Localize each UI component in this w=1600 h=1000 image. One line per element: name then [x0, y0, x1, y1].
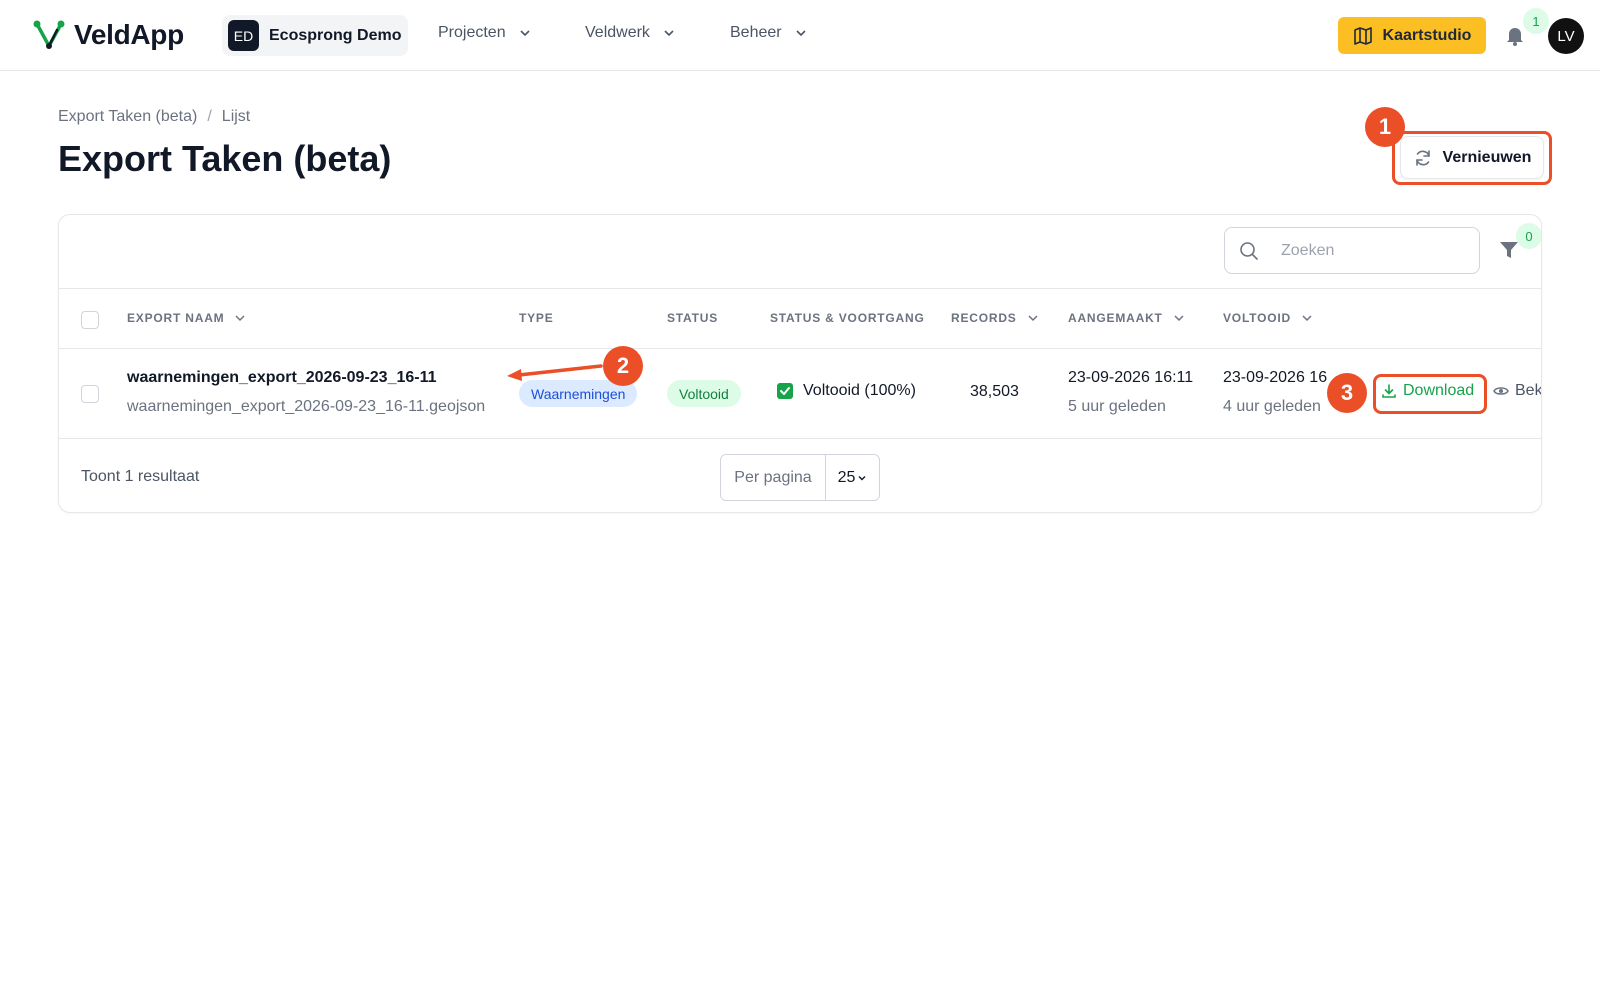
per-page-select[interactable]: Per pagina 25: [720, 454, 880, 501]
chevron-down-icon: [520, 30, 530, 37]
results-count: Toont 1 resultaat: [81, 468, 200, 485]
user-avatar[interactable]: LV: [1548, 18, 1584, 54]
export-tasks-card: Zoeken 0 EXPORT NAAM TYPE STATUS STATUS …: [58, 214, 1542, 513]
row-checkbox[interactable]: [81, 385, 99, 403]
eye-icon: [1493, 387, 1509, 395]
created-date: 23-09-2026 16:11: [1068, 369, 1194, 386]
column-type: TYPE: [519, 311, 554, 325]
breadcrumb: Export Taken (beta) / Lijst: [58, 108, 250, 126]
progress-label: Voltooid (100%): [803, 382, 916, 399]
org-initials-badge: ED: [228, 20, 259, 51]
nav-projecten[interactable]: Projecten: [438, 24, 532, 42]
status-badge: Voltooid: [667, 380, 741, 407]
app-logo[interactable]: VeldApp: [32, 18, 184, 52]
column-records[interactable]: RECORDS: [951, 311, 1039, 325]
organization-switcher[interactable]: ED Ecosprong Demo: [222, 15, 408, 56]
chevron-down-icon: [858, 475, 866, 480]
notification-count-badge: 1: [1523, 8, 1549, 34]
download-button[interactable]: Download: [1381, 382, 1474, 400]
chevron-down-icon: [796, 30, 806, 37]
breadcrumb-separator: /: [207, 108, 212, 125]
filter-count-badge: 0: [1516, 223, 1541, 249]
column-aangemaakt[interactable]: AANGEMAAKT: [1068, 311, 1185, 325]
export-name[interactable]: waarnemingen_export_2026-09-23_16-11: [127, 369, 437, 387]
download-icon: [1382, 384, 1396, 398]
annotation-marker-2: 2: [603, 346, 643, 386]
page-title: Export Taken (beta): [58, 138, 392, 179]
export-filename: waarnemingen_export_2026-09-23_16-11.geo…: [127, 398, 486, 415]
top-navigation: VeldApp ED Ecosprong Demo Projecten Veld…: [0, 0, 1600, 71]
column-status: STATUS: [667, 311, 718, 325]
chevron-down-icon: [235, 315, 246, 322]
column-export-naam[interactable]: EXPORT NAAM: [127, 311, 246, 325]
search-input[interactable]: Zoeken: [1224, 227, 1480, 274]
kaartstudio-button[interactable]: Kaartstudio: [1338, 17, 1486, 54]
refresh-button[interactable]: Vernieuwen: [1400, 136, 1544, 179]
column-aangemaakt-label: AANGEMAAKT: [1068, 311, 1163, 325]
created-relative: 5 uur geleden: [1068, 398, 1166, 415]
annotation-marker-1: 1: [1365, 107, 1405, 147]
nav-veldwerk[interactable]: Veldwerk: [585, 24, 676, 42]
map-icon: [1353, 26, 1372, 45]
chevron-down-icon: [1302, 315, 1312, 322]
download-label: Download: [1403, 382, 1475, 399]
search-icon: [1240, 241, 1258, 260]
app-name: VeldApp: [74, 19, 184, 50]
column-export-naam-label: EXPORT NAAM: [127, 311, 225, 325]
table-row: waarnemingen_export_2026-09-23_16-11 waa…: [59, 349, 1542, 439]
breadcrumb-root[interactable]: Export Taken (beta): [58, 108, 197, 126]
progress-status: Voltooid (100%): [777, 382, 916, 400]
per-page-value-wrap[interactable]: 25: [826, 455, 879, 500]
nav-projecten-label: Projecten: [438, 24, 506, 41]
per-page-label: Per pagina: [721, 455, 826, 500]
chevron-down-icon: [1174, 315, 1184, 322]
breadcrumb-current: Lijst: [221, 108, 251, 125]
nav-beheer-label: Beheer: [730, 24, 782, 41]
completed-date: 23-09-2026 16: [1223, 369, 1328, 386]
select-all-checkbox[interactable]: [81, 311, 99, 329]
kaartstudio-label: Kaartstudio: [1382, 26, 1472, 44]
nav-beheer[interactable]: Beheer: [730, 24, 808, 42]
column-status-voortgang-label: STATUS & VOORTGANG: [770, 311, 925, 325]
column-type-label: TYPE: [519, 311, 554, 325]
column-status-voortgang: STATUS & VOORTGANG: [770, 311, 925, 325]
annotation-arrow: [507, 364, 603, 381]
refresh-icon: [1415, 149, 1430, 166]
veldapp-logo-icon: [33, 20, 65, 49]
per-page-value: 25: [837, 468, 856, 486]
chevron-down-icon: [1028, 315, 1038, 322]
search-placeholder: Zoeken: [1281, 241, 1335, 259]
view-label: Bek: [1515, 382, 1542, 399]
refresh-label: Vernieuwen: [1442, 148, 1532, 166]
column-records-label: RECORDS: [951, 311, 1017, 325]
completed-relative: 4 uur geleden: [1223, 398, 1321, 415]
column-voltooid-label: VOLTOOID: [1223, 311, 1291, 325]
column-voltooid[interactable]: VOLTOOID: [1223, 311, 1313, 325]
column-status-label: STATUS: [667, 311, 719, 325]
check-icon: [777, 383, 793, 399]
table-toolbar: Zoeken 0: [59, 215, 1541, 289]
org-name: Ecosprong Demo: [269, 26, 402, 44]
nav-veldwerk-label: Veldwerk: [585, 24, 650, 41]
table-header: EXPORT NAAM TYPE STATUS STATUS & VOORTGA…: [59, 289, 1541, 349]
annotation-marker-3: 3: [1327, 373, 1367, 413]
chevron-down-icon: [664, 30, 674, 37]
view-button[interactable]: Bek: [1493, 382, 1542, 400]
table-footer: Toont 1 resultaat Per pagina 25: [59, 439, 1541, 512]
records-count: 38,503: [970, 383, 1019, 400]
